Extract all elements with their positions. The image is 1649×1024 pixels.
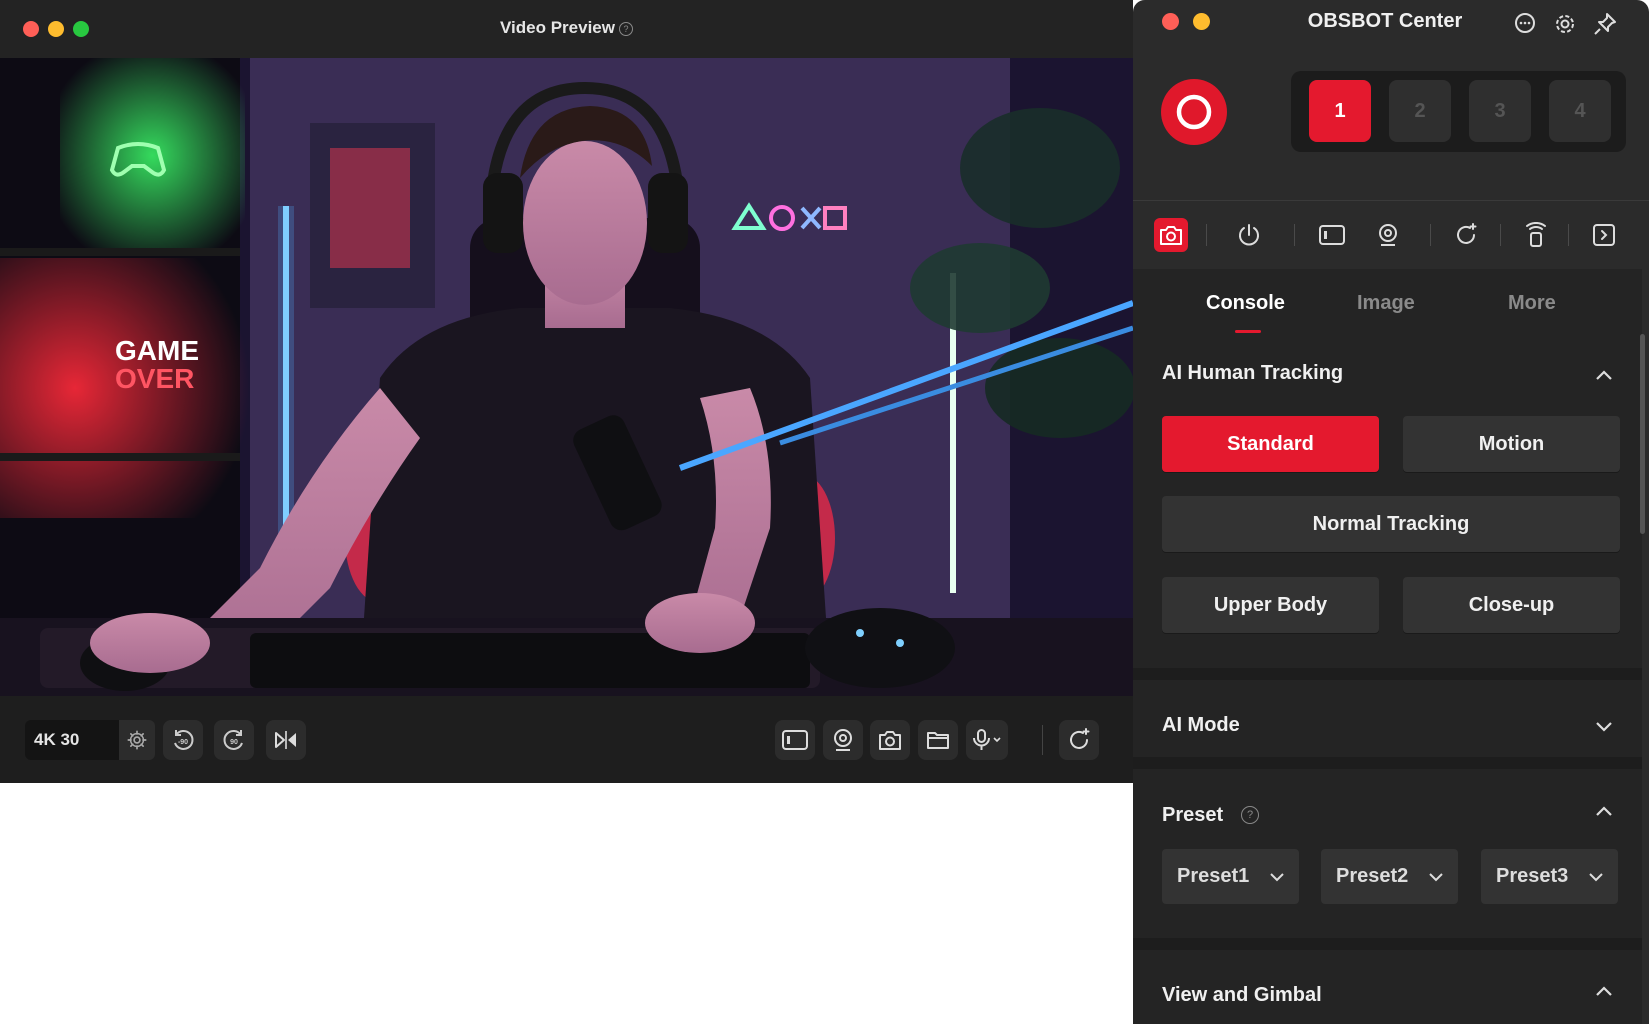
preset-3-label: Preset3 <box>1496 865 1569 887</box>
camera-slot-3[interactable]: 3 <box>1469 80 1531 142</box>
ai-tracking-collapse-button[interactable] <box>1592 364 1616 393</box>
normal-tracking-button[interactable]: Normal Tracking <box>1162 496 1620 552</box>
chevron-up-icon <box>1596 986 1612 996</box>
nav-divider <box>1500 224 1501 246</box>
chevron-down-icon <box>1589 873 1603 882</box>
gear-icon <box>1556 15 1574 33</box>
open-folder-button[interactable] <box>918 720 958 760</box>
nav-webcam[interactable] <box>1371 218 1405 252</box>
tab-console[interactable]: Console <box>1206 292 1285 315</box>
chat-icon <box>1515 13 1535 33</box>
flip-icon <box>275 731 296 749</box>
nav-camera[interactable] <box>1154 218 1188 252</box>
preset-collapse-button[interactable] <box>1592 800 1616 829</box>
record-video-icon <box>782 730 808 750</box>
nav-divider <box>1568 224 1569 246</box>
chevron-up-icon <box>1596 806 1612 816</box>
nav-divider <box>1294 224 1295 246</box>
preset-1-label: Preset1 <box>1177 865 1250 887</box>
nav-reset[interactable] <box>1449 218 1483 252</box>
view-gimbal-collapse-button[interactable] <box>1592 980 1616 1009</box>
section-divider <box>1133 938 1642 950</box>
video-scene: GAME OVER <box>0 58 1133 696</box>
active-tab-indicator <box>1235 330 1261 333</box>
record-video-icon <box>1319 225 1345 245</box>
refresh-icon <box>1070 728 1090 749</box>
gear-icon <box>127 730 147 750</box>
panel-close-button[interactable] <box>1162 13 1179 30</box>
tab-more[interactable]: More <box>1508 292 1556 315</box>
nav-power[interactable] <box>1232 218 1266 252</box>
preset-2-dropdown[interactable]: Preset2 <box>1321 849 1458 904</box>
obsbot-logo <box>1161 79 1227 145</box>
view-gimbal-title: View and Gimbal <box>1162 984 1322 1006</box>
snapshot-button[interactable] <box>870 720 910 760</box>
power-icon <box>1239 224 1259 246</box>
reset-gimbal-button[interactable] <box>1059 720 1099 760</box>
video-feed: GAME OVER <box>0 58 1133 696</box>
motion-mode-button[interactable]: Motion <box>1403 416 1620 472</box>
chat-button[interactable] <box>1512 11 1538 37</box>
preset-help-icon[interactable]: ? <box>1241 806 1259 824</box>
camera-slot-1[interactable]: 1 <box>1309 80 1371 142</box>
microphone-icon <box>973 729 1001 750</box>
preset-2-label: Preset2 <box>1336 865 1409 887</box>
rotate-left-icon: -90 <box>174 730 194 750</box>
preview-title: Video Preview? <box>0 18 1133 38</box>
preset-title: Preset <box>1162 804 1224 826</box>
flip-button[interactable] <box>266 720 306 760</box>
pin-icon <box>1594 13 1616 35</box>
resolution-display[interactable]: 4K 30 <box>25 720 119 760</box>
settings-button[interactable] <box>1552 11 1578 37</box>
rotate-left-button[interactable]: -90 <box>163 720 203 760</box>
camera-slot-4[interactable]: 4 <box>1549 80 1611 142</box>
panel-scrollbar[interactable] <box>1640 334 1645 534</box>
neon-game-text: GAME <box>115 335 199 366</box>
section-divider <box>1133 668 1642 680</box>
record-button[interactable] <box>775 720 815 760</box>
camera-slot-2[interactable]: 2 <box>1389 80 1451 142</box>
camera-icon <box>1160 226 1182 245</box>
pin-button[interactable] <box>1592 11 1618 37</box>
preset-1-dropdown[interactable]: Preset1 <box>1162 849 1299 904</box>
standard-mode-button[interactable]: Standard <box>1162 416 1379 472</box>
ai-mode-expand-button[interactable] <box>1592 714 1616 743</box>
camera-icon <box>879 731 901 750</box>
rotate-left-label: -90 <box>178 739 188 746</box>
rotate-right-button[interactable]: 90 <box>214 720 254 760</box>
neon-over-text: OVER <box>115 363 194 394</box>
nav-collapse[interactable] <box>1587 218 1621 252</box>
refresh-icon <box>1457 223 1477 244</box>
obsbot-logo-icon <box>1176 94 1212 130</box>
preview-title-text: Video Preview <box>500 18 615 37</box>
nav-virtual-camera[interactable] <box>1315 218 1349 252</box>
nav-divider <box>1430 224 1431 246</box>
nav-remote[interactable] <box>1519 218 1553 252</box>
microphone-dropdown[interactable] <box>966 720 1008 760</box>
help-icon[interactable]: ? <box>618 21 633 36</box>
webcam-icon <box>1379 224 1397 246</box>
nav-divider <box>1206 224 1207 246</box>
chevron-up-icon <box>1596 370 1612 380</box>
chevron-down-icon <box>1596 722 1612 732</box>
toolbar-divider <box>1042 725 1043 755</box>
webcam-icon <box>834 729 852 751</box>
sidebar-toggle-icon <box>1593 224 1615 246</box>
chevron-down-icon <box>1429 873 1443 882</box>
resolution-settings-button[interactable] <box>119 720 155 760</box>
close-up-button[interactable]: Close-up <box>1403 577 1620 633</box>
section-divider <box>1133 757 1642 769</box>
ai-tracking-title: AI Human Tracking <box>1162 362 1344 384</box>
webcam-button[interactable] <box>823 720 863 760</box>
upper-body-button[interactable]: Upper Body <box>1162 577 1379 633</box>
chevron-down-icon <box>1270 873 1284 882</box>
rotate-right-icon: 90 <box>223 730 243 750</box>
remote-icon <box>1526 222 1546 247</box>
preset-3-dropdown[interactable]: Preset3 <box>1481 849 1618 904</box>
rotate-right-label: 90 <box>230 739 238 746</box>
tab-image[interactable]: Image <box>1357 292 1415 315</box>
ai-mode-title: AI Mode <box>1162 714 1240 736</box>
folder-icon <box>927 732 949 749</box>
